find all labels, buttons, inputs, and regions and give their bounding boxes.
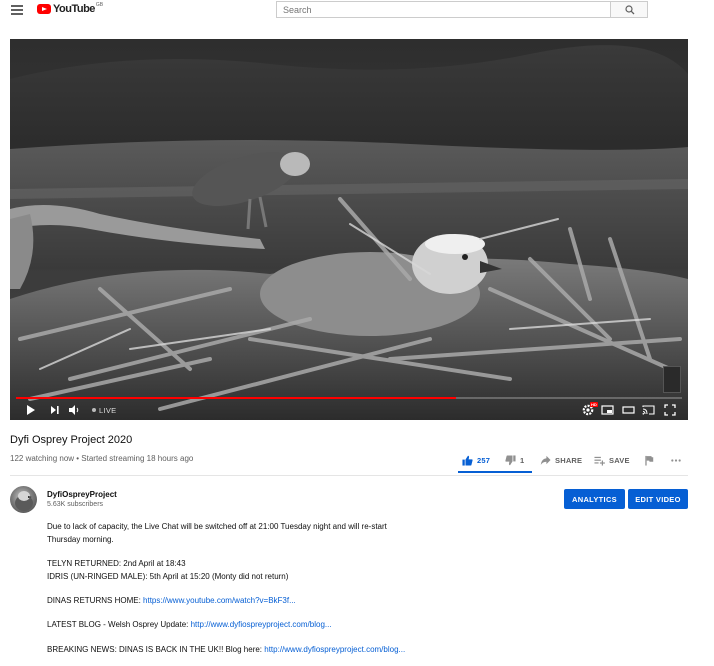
thumbs-up-icon bbox=[462, 455, 473, 466]
video-meta: 122 watching now • Started streaming 18 … bbox=[10, 454, 194, 463]
live-badge[interactable]: LIVE bbox=[92, 404, 116, 416]
progress-played bbox=[16, 397, 456, 399]
description-line: DINAS RETURNS HOME: https://www.youtube.… bbox=[47, 595, 296, 607]
flag-icon bbox=[645, 455, 654, 466]
like-count: 257 bbox=[477, 455, 491, 465]
share-icon bbox=[540, 455, 551, 465]
subscriber-count: 5.63K subscribers bbox=[47, 501, 104, 508]
description-link[interactable]: http://www.dyfiospreyproject.com/blog... bbox=[264, 645, 405, 654]
logo-text: YouTube bbox=[53, 3, 95, 15]
save-button[interactable]: SAVE bbox=[594, 452, 630, 468]
share-label: SHARE bbox=[555, 455, 583, 465]
search-icon bbox=[625, 5, 635, 15]
osprey-avatar-image bbox=[15, 491, 33, 511]
thumbs-down-icon bbox=[505, 454, 516, 465]
search-input[interactable] bbox=[276, 1, 611, 18]
description-link[interactable]: http://www.dyfiospreyproject.com/blog... bbox=[191, 620, 332, 629]
country-code: GB bbox=[95, 2, 104, 8]
progress-bar[interactable] bbox=[16, 397, 682, 399]
edit-video-button[interactable]: EDIT VIDEO bbox=[628, 489, 688, 509]
fullscreen-icon[interactable] bbox=[664, 404, 676, 416]
live-label: LIVE bbox=[99, 405, 117, 415]
playlist-add-icon bbox=[594, 456, 605, 466]
cast-icon[interactable] bbox=[642, 404, 655, 416]
search-button[interactable] bbox=[610, 1, 648, 18]
next-icon[interactable] bbox=[50, 404, 60, 416]
live-dot-icon bbox=[92, 408, 96, 412]
channel-watermark[interactable] bbox=[663, 366, 681, 393]
description-text: DINAS RETURNS HOME: bbox=[47, 596, 144, 605]
video-title: Dyfi Osprey Project 2020 bbox=[10, 434, 133, 446]
description-text: BREAKING NEWS: DINAS IS BACK IN THE UK!!… bbox=[47, 645, 265, 654]
youtube-play-icon bbox=[37, 4, 51, 14]
more-actions-button[interactable] bbox=[670, 452, 682, 468]
description-line: LATEST BLOG - Welsh Osprey Update: http:… bbox=[47, 619, 332, 631]
like-button[interactable]: 257 bbox=[462, 452, 490, 468]
sentiment-bar bbox=[458, 471, 532, 473]
channel-name[interactable]: DyfiOspreyProject bbox=[47, 490, 117, 499]
description-line: Thursday morning. bbox=[47, 535, 114, 544]
player-controls: LIVE HD bbox=[10, 401, 688, 420]
description-link[interactable]: https://www.youtube.com/watch?v=BkF3f... bbox=[143, 596, 296, 605]
hd-badge: HD bbox=[590, 402, 598, 407]
dislike-button[interactable]: 1 bbox=[505, 452, 524, 468]
report-button[interactable] bbox=[644, 452, 654, 468]
description-line: Due to lack of capacity, the Live Chat w… bbox=[47, 522, 387, 531]
video-player[interactable]: LIVE HD bbox=[10, 39, 688, 420]
miniplayer-icon[interactable] bbox=[601, 404, 614, 416]
video-frame bbox=[10, 39, 688, 420]
share-button[interactable]: SHARE bbox=[540, 452, 582, 468]
save-label: SAVE bbox=[609, 455, 630, 465]
divider bbox=[10, 475, 688, 476]
theater-mode-icon[interactable] bbox=[622, 404, 635, 416]
description-line: TELYN RETURNED: 2nd April at 18:43 bbox=[47, 559, 186, 568]
analytics-button[interactable]: ANALYTICS bbox=[564, 489, 625, 509]
play-icon[interactable] bbox=[26, 404, 36, 416]
menu-icon[interactable] bbox=[11, 5, 23, 15]
dislike-count: 1 bbox=[520, 455, 525, 465]
volume-icon[interactable] bbox=[68, 404, 80, 416]
masthead: YouTube GB bbox=[0, 0, 714, 22]
channel-avatar[interactable] bbox=[10, 486, 37, 513]
youtube-logo[interactable]: YouTube GB bbox=[37, 2, 103, 16]
description-line: IDRIS (UN-RINGED MALE): 5th April at 15:… bbox=[47, 572, 289, 581]
description-text: LATEST BLOG - Welsh Osprey Update: bbox=[47, 620, 191, 629]
more-horizontal-icon bbox=[671, 458, 681, 462]
description-line: BREAKING NEWS: DINAS IS BACK IN THE UK!!… bbox=[47, 644, 405, 656]
